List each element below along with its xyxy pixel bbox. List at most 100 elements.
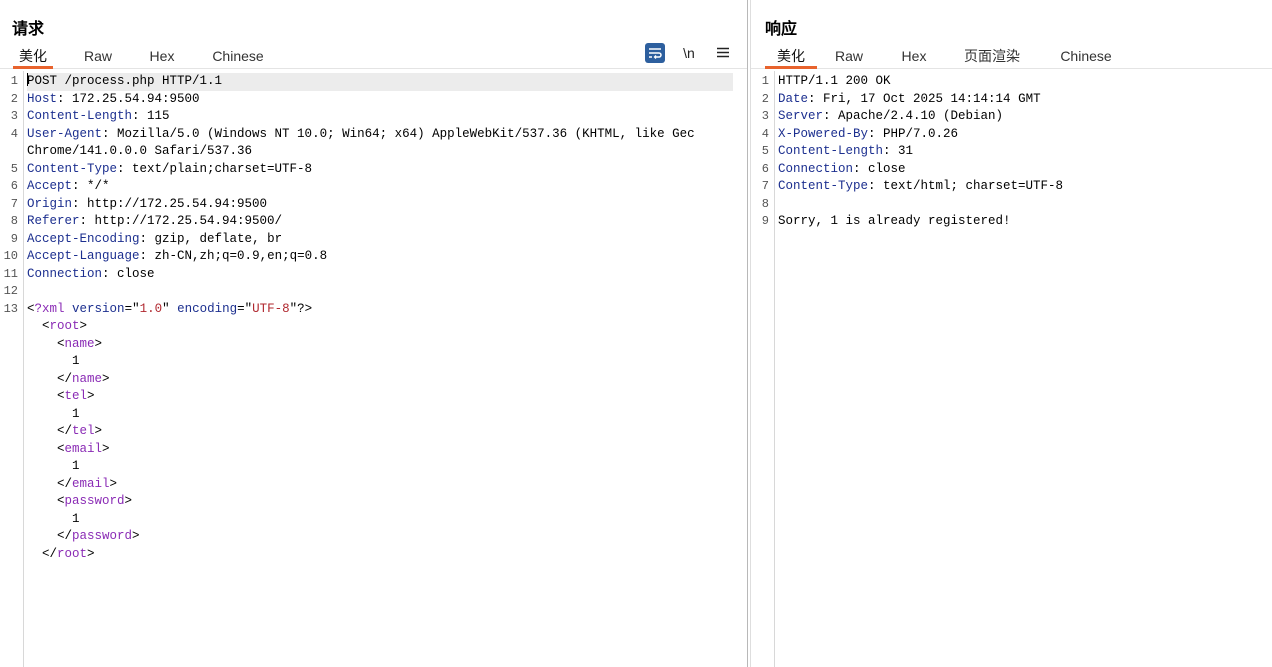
xml-punct: > (87, 546, 95, 561)
code-line: 2 Date: Fri, 17 Oct 2025 14:14:14 GMT (751, 91, 1272, 109)
code-line: 7 Content-Type: text/html; charset=UTF-8 (751, 178, 1272, 196)
line-number: 6 (761, 161, 769, 176)
line-content: Content-Type: text/plain;charset=UTF-8 (27, 161, 312, 179)
line-content: Accept-Encoding: gzip, deflate, br (27, 231, 282, 249)
header-value: zh-CN,zh;q=0.9,en;q=0.8 (154, 249, 328, 263)
line-content: User-Agent: Mozilla/5.0 (Windows NT 10.0… (27, 126, 695, 144)
xml-space (65, 302, 73, 316)
header-separator: : (853, 161, 869, 176)
line-number: 5 (10, 161, 18, 176)
code-line: 3 Server: Apache/2.4.10 (Debian) (751, 108, 1272, 126)
tab-raw[interactable]: Raw (78, 44, 118, 67)
response-lines[interactable]: 1 HTTP/1.1 200 OK 2 Date: Fri, 17 Oct 2025 … (751, 73, 1272, 231)
tab-hex[interactable]: Hex (142, 44, 182, 67)
header-name: Connection (778, 161, 854, 176)
header-name: Content-Type (27, 161, 118, 176)
line-number: 7 (10, 196, 18, 211)
line-text: HTTP/1.1 200 OK (778, 74, 891, 88)
xml-line: 1 (0, 458, 747, 476)
text-wrap-icon[interactable] (645, 43, 665, 63)
xml-punct: </ (57, 371, 73, 386)
code-line: 6 Accept: */* (0, 178, 747, 196)
line-content: 1 (27, 458, 80, 476)
xml-punct: </ (42, 546, 58, 561)
xml-tag-name: tel (72, 424, 95, 438)
line-text: POST /process.php HTTP/1.1 (27, 74, 223, 88)
xml-punct: > (79, 319, 88, 333)
tab-chinese[interactable]: Chinese (207, 44, 269, 67)
line-content: Sorry, 1 is already registered! (778, 213, 1011, 231)
header-name: Content-Length (778, 144, 884, 158)
line-content: </email> (27, 476, 117, 494)
line-content: </root> (27, 546, 95, 564)
header-name: Accept (27, 179, 73, 193)
tab-hex[interactable]: Hex (894, 44, 934, 67)
code-line: 10 Accept-Language: zh-CN,zh;q=0.9,en;q=0… (0, 248, 747, 266)
xml-line: </tel> (0, 423, 747, 441)
header-separator: : (883, 144, 899, 158)
header-value: 31 (898, 144, 914, 158)
header-value: 172.25.54.94:9500 (72, 91, 200, 106)
line-number: 12 (3, 284, 18, 298)
line-number: 8 (10, 214, 18, 228)
code-line: 1 POST /process.php HTTP/1.1 (0, 73, 747, 91)
line-number: 5 (761, 144, 769, 158)
line-content: Content-Type: text/html; charset=UTF-8 (778, 178, 1063, 196)
tab-render[interactable]: 页面渲染 (961, 44, 1023, 67)
tab-chinese[interactable]: Chinese (1055, 44, 1117, 67)
line-number: 6 (10, 179, 18, 193)
header-name: Host (27, 91, 58, 106)
line-content: 1 (27, 406, 80, 424)
code-line: 4 User-Agent: Mozilla/5.0 (Windows NT 10.… (0, 126, 747, 144)
line-content: <name> (27, 336, 102, 354)
xml-text: 1 (72, 511, 80, 526)
tab-pretty[interactable]: 美化 (765, 44, 817, 69)
code-line: 8 Referer: http://172.25.54.94:9500/ (0, 213, 747, 231)
xml-attr-value: UTF-8 (252, 301, 290, 316)
xml-punct: =" (124, 301, 140, 316)
line-content: HTTP/1.1 200 OK (778, 73, 891, 91)
xml-tag-name: email (64, 441, 103, 456)
code-line: 11 Connection: close (0, 266, 747, 284)
xml-punct: > (109, 476, 118, 491)
line-number: 1 (761, 74, 769, 88)
code-line: 9 Accept-Encoding: gzip, deflate, br (0, 231, 747, 249)
xml-punct: > (124, 494, 133, 508)
tab-pretty[interactable]: 美化 (13, 44, 53, 69)
response-editor[interactable]: 1 HTTP/1.1 200 OK 2 Date: Fri, 17 Oct 2025 … (751, 71, 1272, 667)
code-line: 12 (0, 283, 747, 301)
newline-toggle-button[interactable]: \n (679, 43, 699, 63)
line-number: 2 (10, 91, 18, 106)
line-number: 2 (761, 91, 769, 106)
header-value: PHP/7.0.26 (883, 126, 959, 141)
xml-line: </password> (0, 528, 747, 546)
line-content: Host: 172.25.54.94:9500 (27, 91, 200, 109)
xml-tag-name: tel (64, 389, 88, 403)
header-value: text/html; charset=UTF-8 (883, 179, 1064, 193)
header-value: close (117, 266, 155, 281)
header-value: Apache/2.4.10 (Debian) (838, 109, 1004, 123)
request-editor[interactable]: 1 POST /process.php HTTP/1.1 2 Host: 172.25… (0, 71, 747, 667)
code-line: Chrome/141.0.0.0 Safari/537.36 (0, 143, 747, 161)
header-separator: : (868, 126, 884, 141)
hamburger-menu-icon[interactable] (713, 43, 733, 63)
line-number: 4 (761, 126, 769, 141)
line-content: </name> (27, 371, 110, 389)
header-value: close (868, 161, 906, 176)
header-separator: : (808, 91, 824, 106)
request-lines[interactable]: 1 POST /process.php HTTP/1.1 2 Host: 172.25… (0, 73, 747, 563)
header-name: Accept-Language (27, 249, 140, 263)
xml-line: <tel> (0, 388, 747, 406)
xml-tag-name: password (64, 494, 125, 508)
xml-text: 1 (72, 459, 80, 473)
tab-raw[interactable]: Raw (829, 44, 869, 67)
xml-punct: > (94, 336, 103, 351)
response-title: 响应 (765, 21, 798, 38)
xml-line: <name> (0, 336, 747, 354)
line-number: 3 (761, 109, 769, 123)
line-content: 1 (27, 353, 80, 371)
line-content: 1 (27, 511, 80, 529)
